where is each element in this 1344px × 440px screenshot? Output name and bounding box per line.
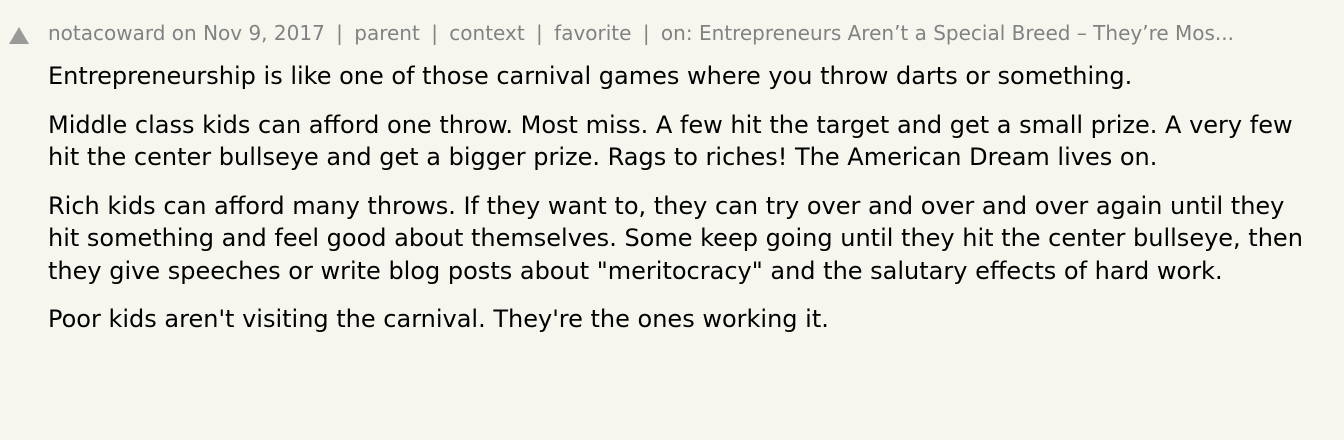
comment: notacoward on Nov 9, 2017 | parent | con…	[0, 0, 1344, 440]
comment-paragraph: Entrepreneurship is like one of those ca…	[48, 62, 1133, 90]
separator: |	[536, 21, 543, 45]
comment-date-link[interactable]: Nov 9, 2017	[203, 21, 325, 45]
parent-link[interactable]: parent	[354, 21, 420, 45]
age-prefix: on	[171, 21, 197, 45]
comment-paragraph: Poor kids aren't visiting the carnival. …	[48, 305, 829, 333]
context-link[interactable]: context	[449, 21, 524, 45]
story-prefix: on:	[660, 21, 693, 45]
comment-paragraph: Rich kids can afford many throws. If the…	[48, 191, 1303, 285]
separator: |	[336, 21, 343, 45]
separator: |	[431, 21, 438, 45]
upvote-arrow-icon[interactable]	[9, 27, 29, 44]
comment-meta: notacoward on Nov 9, 2017 | parent | con…	[48, 19, 1234, 47]
separator: |	[642, 21, 650, 45]
favorite-link[interactable]: favorite	[554, 21, 631, 45]
username-link[interactable]: notacoward	[48, 21, 165, 45]
story-title-link[interactable]: Entrepreneurs Aren’t a Special Breed – T…	[699, 21, 1234, 45]
comment-paragraph: Middle class kids can afford one throw. …	[48, 110, 1293, 172]
comment-body: Entrepreneurship is like one of those ca…	[48, 60, 1323, 352]
